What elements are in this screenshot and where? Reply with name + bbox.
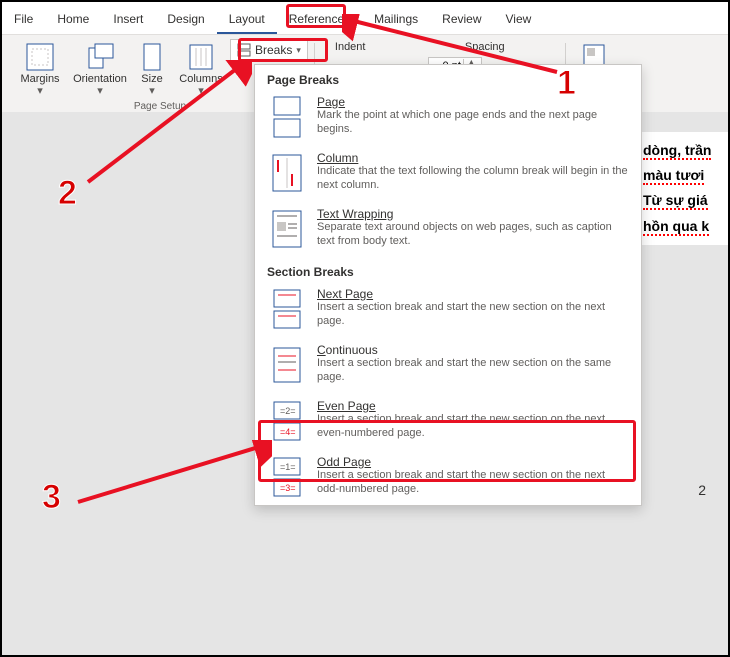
menu-even-page[interactable]: =2==4= Even PageInsert a section break a… (255, 393, 641, 449)
chevron-down-icon: ▾ (97, 85, 103, 97)
anno-number-2: 2 (58, 174, 77, 213)
tab-insert[interactable]: Insert (101, 8, 155, 34)
columns-label: Columns (179, 73, 222, 85)
section-breaks-header: Section Breaks (255, 257, 641, 281)
page-setup-group-label: Page Setup (134, 101, 186, 112)
tab-home[interactable]: Home (45, 8, 101, 34)
ribbon-tabs: File Home Insert Design Layout Reference… (2, 2, 728, 35)
text-wrapping-icon (267, 207, 307, 251)
tab-layout[interactable]: Layout (217, 8, 277, 34)
page-break-icon (267, 95, 307, 139)
svg-text:=3=: =3= (280, 483, 296, 493)
orientation-icon (84, 41, 116, 73)
continuous-icon (267, 343, 307, 387)
breaks-label: Breaks (255, 43, 292, 57)
tab-view[interactable]: View (494, 8, 544, 34)
size-icon (136, 41, 168, 73)
anno-number-3: 3 (42, 478, 61, 517)
breaks-icon (237, 43, 251, 57)
chevron-down-icon: ▾ (37, 85, 43, 97)
menu-text-wrapping[interactable]: Text WrappingSeparate text around object… (255, 201, 641, 257)
chevron-down-icon: ▾ (198, 85, 204, 97)
page-breaks-header: Page Breaks (255, 65, 641, 89)
tab-design[interactable]: Design (155, 8, 216, 34)
columns-button[interactable]: Columns▾ (176, 39, 226, 99)
page-number: 2 (698, 482, 706, 498)
odd-page-icon: =1= =3= (267, 455, 307, 499)
svg-text:=1=: =1= (280, 462, 296, 472)
column-break-icon (267, 151, 307, 195)
indent-header: Indent (335, 41, 366, 53)
anno-number-1: 1 (557, 64, 576, 103)
menu-page[interactable]: PageMark the point at which one page end… (255, 89, 641, 145)
document-body[interactable]: dòng, trần màu tươi Từ sự giá hồn qua k (638, 132, 728, 245)
size-label: Size (141, 73, 162, 85)
svg-text:=2=: =2= (280, 406, 296, 416)
tab-references[interactable]: References (277, 8, 362, 34)
margins-button[interactable]: Margins▾ (12, 39, 68, 99)
next-page-icon (267, 287, 307, 331)
menu-continuous[interactable]: ContinuousInsert a section break and sta… (255, 337, 641, 393)
menu-odd-page[interactable]: =1==3= Odd PageInsert a section break an… (255, 449, 641, 505)
size-button[interactable]: Size▾ (132, 39, 172, 99)
breaks-dropdown: Page Breaks PageMark the point at which … (254, 64, 642, 506)
tab-mailings[interactable]: Mailings (362, 8, 430, 34)
svg-text:=4=: =4= (280, 427, 296, 437)
columns-icon (185, 41, 217, 73)
breaks-button[interactable]: Breaks ▾ (230, 39, 308, 61)
orientation-button[interactable]: Orientation▾ (72, 39, 128, 99)
menu-column[interactable]: ColumnIndicate that the text following t… (255, 145, 641, 201)
margins-label: Margins (20, 73, 59, 85)
menu-next-page[interactable]: Next PageInsert a section break and star… (255, 281, 641, 337)
spacing-header: Spacing (465, 41, 505, 53)
tab-file[interactable]: File (2, 8, 45, 34)
tab-review[interactable]: Review (430, 8, 493, 34)
even-page-icon: =2= =4= (267, 399, 307, 443)
anno-arrow-3 (72, 440, 272, 510)
chevron-down-icon: ▾ (296, 45, 301, 56)
margins-icon (24, 41, 56, 73)
chevron-down-icon: ▾ (149, 85, 155, 97)
orientation-label: Orientation (73, 73, 127, 85)
